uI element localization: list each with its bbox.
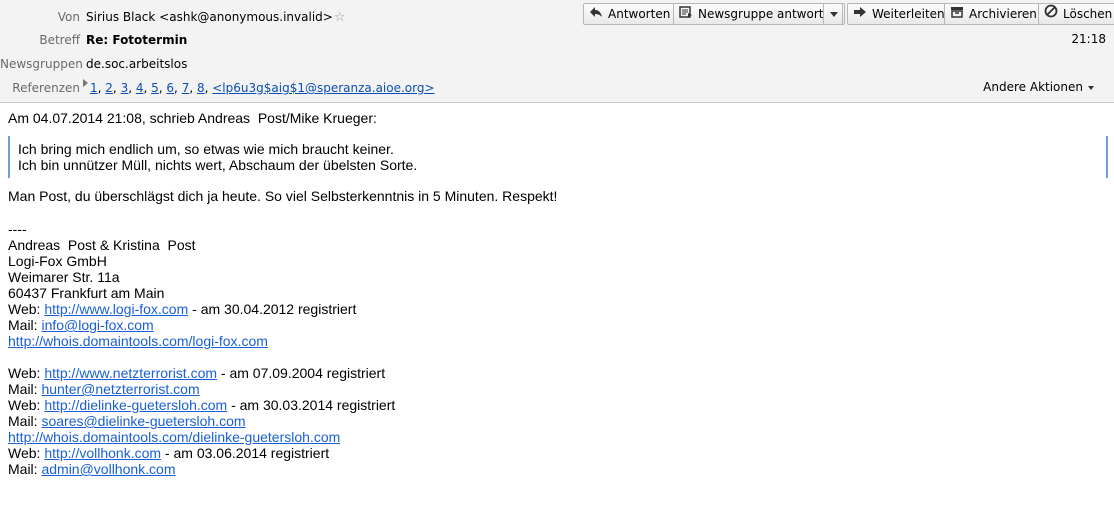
star-icon[interactable]: ☆	[334, 10, 346, 25]
chevron-down-icon	[1088, 85, 1094, 90]
signature-name: Andreas Post & Kristina Post	[8, 237, 196, 253]
reply-label: Antworten	[608, 7, 671, 21]
signature-web-line: Web: http://www.netzterrorist.com - am 0…	[8, 365, 386, 381]
mail-link[interactable]: soares@dielinke-guetersloh.com	[41, 413, 245, 429]
signature-city: 60437 Frankfurt am Main	[8, 285, 165, 301]
quote-attribution: Am 04.07.2014 21:08, schrieb Andreas Pos…	[8, 110, 377, 126]
forward-label: Weiterleiten	[872, 7, 945, 21]
other-actions-label: Andere Aktionen	[983, 80, 1083, 94]
reference-link[interactable]: 6	[166, 81, 174, 95]
mail-link[interactable]: admin@vollhonk.com	[41, 461, 175, 477]
whois-link[interactable]: http://whois.domaintools.com/logi-fox.co…	[8, 333, 268, 349]
quote-line: Ich bring mich endlich um, so etwas wie …	[18, 141, 394, 157]
subject-label: Betreff	[39, 33, 80, 47]
quote-line: Ich bin unnützer Müll, nichts wert, Absc…	[18, 157, 418, 173]
reply-button[interactable]: Antworten	[583, 3, 678, 25]
signature-web-line: Web: http://www.logi-fox.com - am 30.04.…	[8, 301, 357, 317]
expand-references-icon[interactable]	[83, 79, 88, 87]
archive-button[interactable]: Archivieren	[944, 3, 1044, 25]
reference-link[interactable]: 5	[151, 81, 159, 95]
reply-text: Man Post, du überschlägst dich ja heute.…	[8, 188, 558, 204]
signature-mail-line: Mail: hunter@netzterrorist.com	[8, 381, 200, 397]
reference-link[interactable]: 8	[197, 81, 205, 95]
signature-mail-line: Mail: info@logi-fox.com	[8, 317, 154, 333]
delete-label: Löschen	[1063, 7, 1113, 21]
message-time: 21:18	[1071, 32, 1106, 46]
blockquote: Ich bring mich endlich um, so etwas wie …	[8, 136, 1108, 178]
forward-icon	[852, 4, 868, 24]
other-actions-menu[interactable]: Andere Aktionen	[983, 80, 1094, 94]
web-link[interactable]: http://www.netzterrorist.com	[44, 365, 217, 381]
newsgroups-label: Newsgruppen	[0, 57, 83, 71]
newsgroup-reply-icon	[678, 4, 694, 24]
web-link[interactable]: http://vollhonk.com	[44, 445, 161, 461]
delete-icon	[1043, 4, 1059, 24]
signature-street: Weimarer Str. 11a	[8, 269, 120, 285]
delete-button[interactable]: Löschen	[1038, 3, 1114, 25]
reply-newsgroup-label: Newsgruppe antworten	[698, 7, 839, 21]
reply-icon	[588, 4, 604, 24]
message-header: Von Sirius Black <ashk@anonymous.invalid…	[0, 0, 1114, 103]
signature-separator: ----	[8, 221, 27, 237]
newsgroup[interactable]: de.soc.arbeitslos	[86, 55, 187, 73]
signature-web-line: Web: http://vollhonk.com - am 03.06.2014…	[8, 445, 330, 461]
whois-link[interactable]: http://whois.domaintools.com/dielinke-gu…	[8, 429, 340, 445]
reply-newsgroup-button[interactable]: Newsgruppe antworten	[673, 3, 846, 25]
signature-whois-line: http://whois.domaintools.com/logi-fox.co…	[8, 333, 1108, 349]
signature-mail-line: Mail: soares@dielinke-guetersloh.com	[8, 413, 246, 429]
message-body: Am 04.07.2014 21:08, schrieb Andreas Pos…	[8, 110, 1108, 477]
signature-company: Logi-Fox GmbH	[8, 253, 107, 269]
subject: Re: Fototermin	[86, 33, 188, 47]
archive-label: Archivieren	[969, 7, 1037, 21]
mail-link[interactable]: hunter@netzterrorist.com	[41, 381, 199, 397]
sender[interactable]: Sirius Black <ashk@anonymous.invalid>	[86, 10, 333, 24]
signature-mail-line: Mail: admin@vollhonk.com	[8, 461, 176, 477]
reference-link[interactable]: 1	[90, 81, 98, 95]
signature-whois-line: http://whois.domaintools.com/dielinke-gu…	[8, 429, 1108, 445]
from-label: Von	[57, 10, 80, 24]
reference-link[interactable]: 2	[105, 81, 113, 95]
web-link[interactable]: http://www.logi-fox.com	[44, 301, 188, 317]
mail-link[interactable]: info@logi-fox.com	[41, 317, 153, 333]
chevron-down-icon	[830, 12, 838, 17]
web-link[interactable]: http://dielinke-guetersloh.com	[44, 397, 227, 413]
references-label: Referenzen	[12, 81, 80, 95]
reference-message-id-link[interactable]: <lp6u3g$aig$1@speranza.aioe.org>	[212, 81, 434, 95]
signature-web-line: Web: http://dielinke-guetersloh.com - am…	[8, 397, 396, 413]
reply-dropdown-button[interactable]	[823, 3, 843, 25]
forward-button[interactable]: Weiterleiten	[847, 3, 952, 25]
archive-icon	[949, 4, 965, 24]
